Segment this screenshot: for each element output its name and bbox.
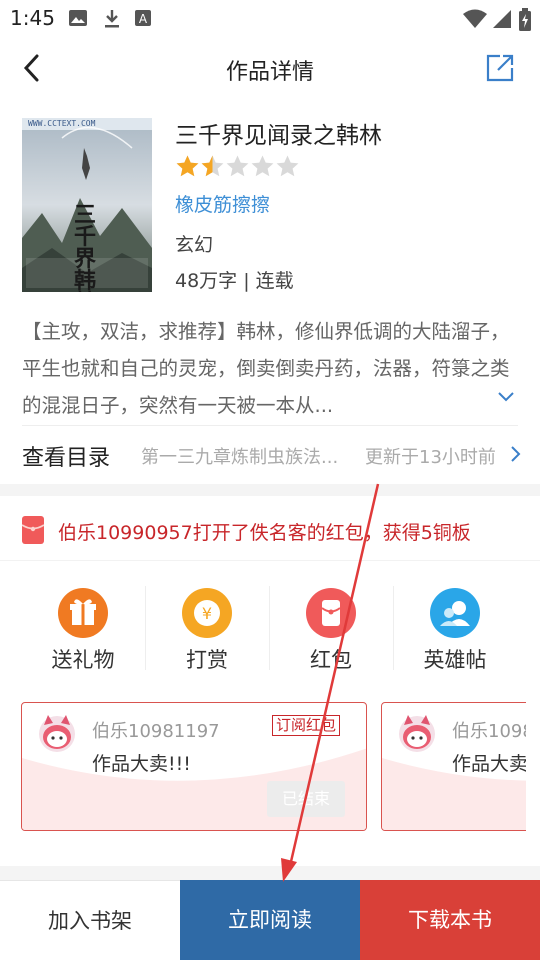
action-hero-post-label: 英雄帖 <box>423 648 487 672</box>
action-red-packet-label: 红包 <box>310 648 352 672</box>
star-icon <box>276 155 299 177</box>
action-red-packet[interactable]: 红包 <box>269 580 393 680</box>
red-packet-card[interactable]: 伯乐10981197 订阅红包 作品大卖!!! 已结束 <box>21 702 367 831</box>
users-icon <box>430 588 480 638</box>
a-badge-icon: A <box>135 10 151 26</box>
card-message: 作品大卖 <box>452 753 526 775</box>
avatar <box>399 715 435 752</box>
card-user-name: 伯乐10981197 <box>92 721 220 742</box>
star-icon <box>251 155 274 177</box>
action-gift-label: 送礼物 <box>51 648 115 672</box>
read-now-button[interactable]: 立即阅读 <box>180 880 360 960</box>
book-description[interactable]: 【主攻，双洁，求推荐】韩林，修仙界低调的大陆溜子，平生也就和自己的灵宠，倒卖倒卖… <box>22 313 520 424</box>
star-icon <box>201 155 224 177</box>
cover-banner-text: WWW.CCTEXT.COM <box>28 119 96 128</box>
yuan-coin-icon: ¥ <box>182 588 232 638</box>
star-icon <box>176 155 199 177</box>
action-hero-post[interactable]: 英雄帖 <box>393 580 517 680</box>
action-row: 送礼物 ¥ 打赏 红包 英雄帖 <box>0 580 540 680</box>
top-nav-bar: 作品详情 <box>0 38 540 102</box>
author-link[interactable]: 橡皮筋擦擦 <box>175 190 270 217</box>
toc-label: 查看目录 <box>22 446 111 471</box>
card-status-button[interactable]: 已结束 <box>267 781 345 817</box>
red-packet-carousel[interactable]: 伯乐10981197 订阅红包 作品大卖!!! 已结束 伯乐1098 作品大卖 <box>0 702 526 832</box>
star-icon <box>226 155 249 177</box>
card-message: 作品大卖!!! <box>92 753 191 775</box>
chevron-right-icon <box>511 446 521 462</box>
book-stats: 48万字 | 连载 <box>175 270 294 292</box>
action-tip-label: 打赏 <box>186 648 228 672</box>
gift-icon <box>58 588 108 638</box>
toc-row[interactable]: 查看目录 第一三九章炼制虫族法... 更新于13小时前 <box>0 426 540 482</box>
divider <box>0 560 540 561</box>
red-packet-icon <box>306 588 356 638</box>
signal-icon <box>493 10 511 28</box>
page-title: 作品详情 <box>225 60 314 85</box>
svg-text:¥: ¥ <box>202 604 212 623</box>
toc-updated-time: 更新于13小时前 <box>365 447 496 468</box>
card-user-name: 伯乐1098 <box>452 721 526 742</box>
action-tip[interactable]: ¥ 打赏 <box>145 580 269 680</box>
share-icon[interactable] <box>484 52 516 84</box>
avatar <box>39 715 75 752</box>
book-cover-image[interactable]: WWW.CCTEXT.COM 三千界韩林 <box>22 118 152 292</box>
image-icon <box>69 10 87 26</box>
book-title: 三千界见闻录之韩林 <box>175 123 382 149</box>
add-to-shelf-button[interactable]: 加入书架 <box>0 880 180 960</box>
section-gap <box>0 484 540 496</box>
expand-chevron-icon[interactable] <box>496 386 516 406</box>
battery-icon <box>519 8 531 31</box>
red-packet-card[interactable]: 伯乐1098 作品大卖 <box>381 702 526 831</box>
bottom-action-bar: 加入书架 立即阅读 下载本书 <box>0 880 540 960</box>
cover-title-text: 三千界韩林 <box>74 202 97 292</box>
red-packet-notice[interactable]: 伯乐10990957打开了佚名客的红包，获得5铜板 <box>0 506 540 556</box>
download-icon <box>105 10 119 28</box>
wifi-icon <box>463 9 487 28</box>
red-envelope-icon <box>22 516 44 544</box>
section-gap <box>0 866 540 880</box>
notice-text: 伯乐10990957打开了佚名客的红包，获得5铜板 <box>58 522 471 544</box>
card-badge: 订阅红包 <box>272 715 341 736</box>
rating-stars <box>175 154 300 180</box>
action-gift[interactable]: 送礼物 <box>21 580 145 680</box>
svg-text:A: A <box>139 12 148 26</box>
download-book-button[interactable]: 下载本书 <box>360 880 540 960</box>
status-bar: 1:45 A <box>0 0 540 38</box>
toc-latest-chapter: 第一三九章炼制虫族法... <box>141 447 339 468</box>
book-genre: 玄幻 <box>175 234 214 256</box>
status-time: 1:45 <box>10 6 55 30</box>
